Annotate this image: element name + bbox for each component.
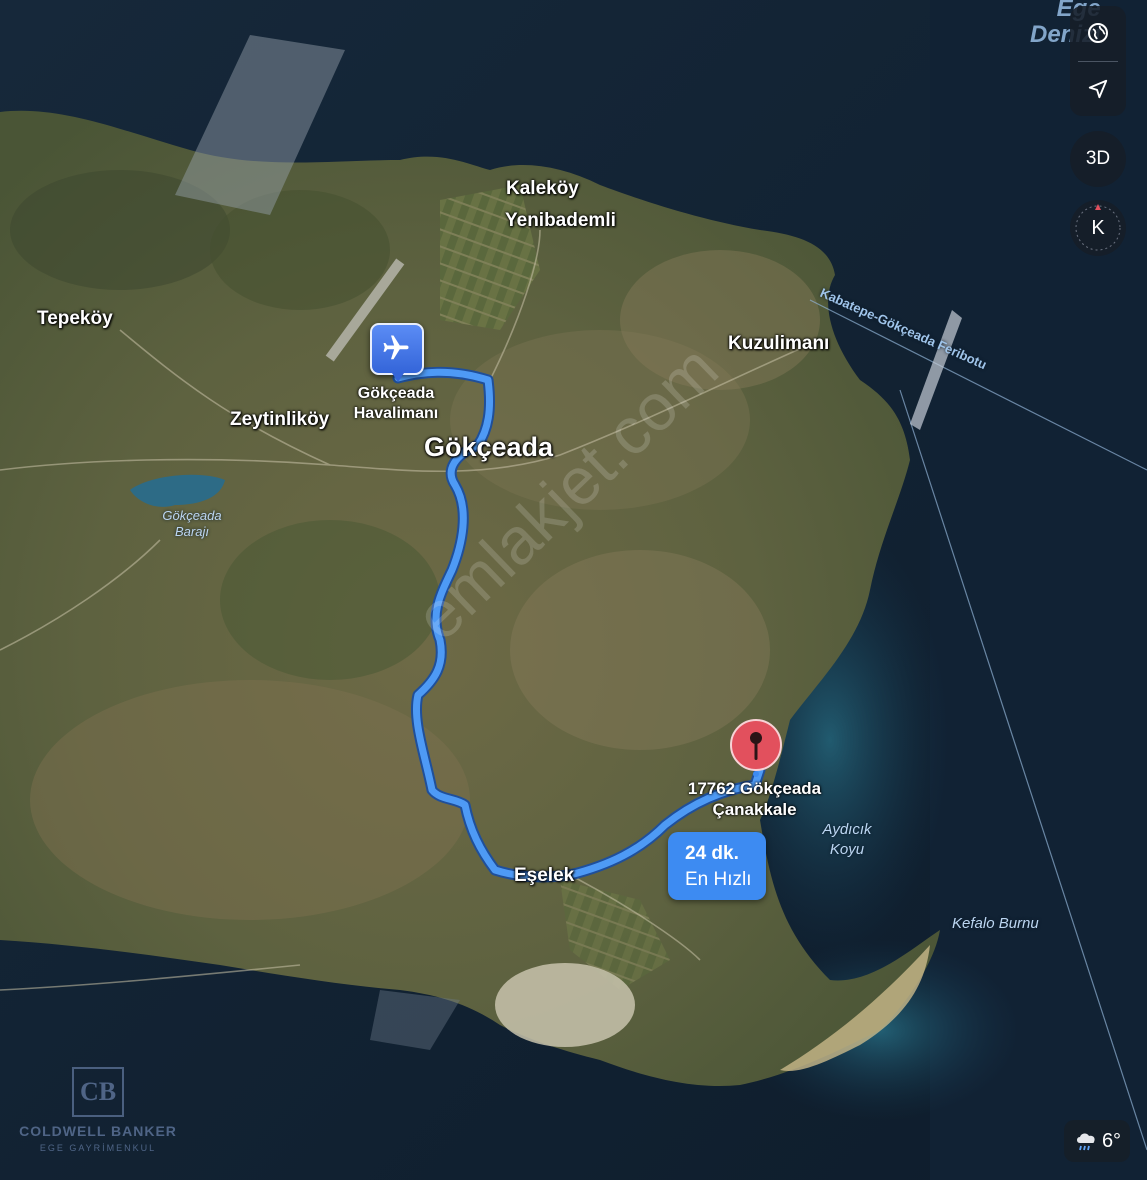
3d-toggle-button[interactable]: 3D: [1070, 131, 1126, 187]
brand-logo: CB: [72, 1067, 124, 1117]
kefalo-cape-label: Kefalo Burnu: [952, 915, 1039, 932]
place-eselek[interactable]: Eşelek: [514, 865, 574, 887]
brand-subtitle: EGE GAYRİMENKUL: [39, 1143, 157, 1153]
place-zeytinlikoy[interactable]: Zeytinliköy: [230, 409, 329, 431]
brand-watermark: CB COLDWELL BANKER EGE GAYRİMENKUL: [18, 1067, 178, 1153]
destination-label-line-2: Çanakkale: [712, 800, 797, 819]
place-kuzulimani[interactable]: Kuzulimanı: [728, 333, 829, 355]
destination-label[interactable]: 17762 Gökçeada Çanakkale: [672, 778, 837, 820]
airport-pin-tail: [392, 373, 404, 382]
aydicik-bay-label: Aydıcık Koyu: [810, 820, 884, 860]
compass-button[interactable]: K: [1070, 200, 1126, 256]
satellite-map[interactable]: [0, 0, 1147, 1180]
reservoir-label-line-2: Barajı: [175, 524, 209, 539]
place-kalekoy[interactable]: Kaleköy: [506, 178, 579, 200]
route-type: En Hızlı: [685, 869, 752, 890]
location-arrow-icon: [1088, 79, 1108, 98]
airport-label[interactable]: Gökçeada Havalimanı: [340, 384, 452, 424]
reservoir-label-line-1: Gökçeada: [162, 508, 222, 523]
globe-icon: [1088, 23, 1108, 44]
globe-button[interactable]: [1070, 6, 1126, 61]
airport-label-line-1: Gökçeada: [357, 385, 435, 402]
airport-pin[interactable]: [370, 323, 424, 382]
map-pin-icon[interactable]: [729, 718, 783, 778]
airport-label-line-2: Havalimanı: [353, 405, 439, 422]
map-controls-group: [1070, 6, 1126, 116]
aydicik-bay-label-line-2: Koyu: [829, 841, 865, 858]
aydicik-bay-label-line-1: Aydıcık: [822, 821, 872, 838]
terrain-south: [30, 680, 470, 920]
place-tepekoy[interactable]: Tepeköy: [37, 308, 113, 330]
salt-lake: [495, 963, 635, 1047]
weather-widget[interactable]: 6°: [1064, 1120, 1130, 1162]
airplane-icon: [383, 335, 409, 360]
compass-label: K: [1091, 216, 1105, 239]
destination-label-line-1: 17762 Gökçeada: [687, 779, 822, 798]
route-duration: 24 dk.: [685, 843, 739, 864]
route-summary-badge[interactable]: 24 dk. En Hızlı: [668, 832, 766, 900]
brand-name: COLDWELL BANKER: [19, 1123, 177, 1139]
place-yenibademli[interactable]: Yenibademli: [505, 210, 616, 232]
reservoir-label: Gökçeada Barajı: [150, 508, 234, 540]
location-button[interactable]: [1070, 61, 1126, 116]
place-gokceada[interactable]: Gökçeada: [424, 432, 553, 463]
temperature: 6°: [1101, 1129, 1122, 1152]
rain-cloud-icon: [1076, 1133, 1095, 1151]
